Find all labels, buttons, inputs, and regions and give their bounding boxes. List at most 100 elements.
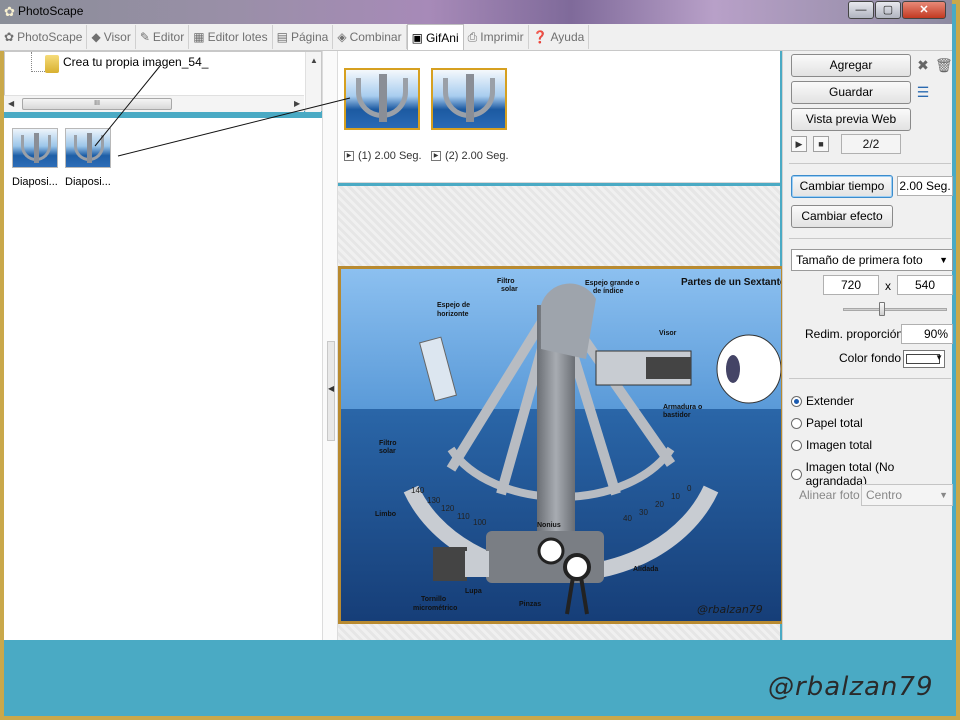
pincers [563, 553, 591, 581]
label-espejo-grande-2: de índice [593, 288, 623, 295]
label-filtro-solar-left-1: Filtro [379, 440, 397, 447]
help-icon: ❓ [532, 30, 548, 44]
dropdown-arrow-icon[interactable]: ▼ [939, 485, 948, 505]
file-thumbnail[interactable] [65, 128, 111, 168]
minimize-button[interactable]: — [848, 1, 874, 19]
scale-tick: 20 [655, 500, 664, 509]
align-select[interactable]: Centro ▼ [861, 484, 953, 506]
label-espejo-horizonte-2: horizonte [437, 311, 469, 318]
frame-caption[interactable]: ▶ (1) 2.00 Seg. [344, 150, 422, 162]
label-nonius: Nonius [537, 522, 561, 529]
tree-folder-item[interactable]: Crea tu propia imagen_54_ [63, 55, 208, 69]
tree-vertical-scrollbar[interactable]: ▲ [305, 52, 321, 112]
photoscape-icon: ✿ [4, 30, 15, 44]
tab-ayuda[interactable]: ❓ Ayuda [529, 25, 590, 49]
tab-combinar[interactable]: ◈ Combinar [333, 25, 407, 49]
radio-dot[interactable] [791, 417, 802, 429]
resize-ratio-label: Redim. proporción [805, 327, 904, 341]
window-controls: — ▢ ✕ [847, 1, 946, 19]
dropdown-arrow-icon[interactable]: ▼ [935, 353, 943, 362]
micrometer-scale [465, 551, 489, 577]
tree-connector [31, 52, 45, 72]
tiempo-field[interactable]: 2.00 Seg. [897, 176, 953, 196]
size-mode-select[interactable]: Tamaño de primera foto ▼ [791, 249, 953, 271]
collapse-left-icon[interactable]: ◀ [328, 384, 334, 393]
dropdown-arrow-icon[interactable]: ▼ [939, 250, 948, 270]
vista-previa-web-button[interactable]: Vista previa Web [791, 108, 911, 131]
label-alidada: Alidada [633, 566, 658, 573]
tab-bar: ✿ PhotoScape ◆ Visor ✎ Editor ▦ Editor lotes… [0, 24, 952, 51]
gif-frame-thumbnail[interactable] [431, 68, 507, 130]
index-mirror [541, 283, 596, 359]
scroll-left-arrow-icon[interactable]: ◀ [8, 99, 14, 108]
tab-gifani[interactable]: ▣ GifAni [406, 24, 464, 50]
width-field[interactable]: 720 [823, 275, 879, 295]
scale-tick: 30 [639, 508, 648, 517]
delete-all-icon[interactable]: 🗑 [935, 57, 953, 73]
tree-horizontal-scrollbar[interactable]: ◀ III ▶ [4, 95, 304, 112]
frame-duration: (1) 2.00 Seg. [358, 150, 422, 162]
guardar-button[interactable]: Guardar [791, 81, 911, 104]
size-slider-track[interactable] [843, 308, 947, 311]
resize-ratio-field[interactable]: 90% [901, 324, 953, 344]
gif-frame-thumbnail[interactable] [344, 68, 420, 130]
sextant-frame-bar [34, 133, 39, 163]
bg-color-picker[interactable]: ▼ [903, 350, 945, 368]
radio-dot[interactable] [791, 395, 802, 407]
scroll-right-arrow-icon[interactable]: ▶ [294, 99, 300, 108]
frame-duration: (2) 2.00 Seg. [445, 150, 509, 162]
radio-label: Papel total [806, 416, 863, 430]
gifani-icon: ▣ [411, 30, 423, 45]
gif-frames-strip: ▶ (1) 2.00 Seg. ▶ (2) 2.00 Seg. [338, 51, 780, 183]
close-button[interactable]: ✕ [902, 1, 946, 19]
play-frame-icon[interactable]: ▶ [431, 151, 441, 161]
tab-label: GifAni [425, 30, 459, 45]
radio-dot[interactable] [791, 468, 802, 480]
tab-visor[interactable]: ◆ Visor [87, 25, 136, 49]
separator [789, 163, 951, 164]
viewer-icon: ◆ [91, 30, 101, 44]
radio-imagen-total[interactable]: Imagen total [791, 438, 872, 452]
tab-pagina[interactable]: ▤ Página [273, 25, 334, 49]
size-slider-thumb[interactable] [879, 302, 885, 316]
list-icon[interactable]: ☰ [915, 84, 931, 100]
tab-label: Editor lotes [207, 30, 268, 44]
sextant-preview-image: Partes de un Sextante Filtro solar Espej… [338, 266, 784, 624]
pane-splitter[interactable]: ◀ [322, 51, 338, 640]
label-limbo: Limbo [375, 511, 396, 518]
eye-pupil [726, 355, 740, 383]
tab-label: Ayuda [550, 30, 585, 44]
bg-color-label: Color fondo [839, 351, 902, 365]
radio-papel-total[interactable]: Papel total [791, 416, 863, 430]
scrollbar-thumb[interactable]: III [22, 98, 172, 110]
maximize-button[interactable]: ▢ [875, 1, 901, 19]
play-icon[interactable]: ▶ [791, 136, 807, 152]
scale-tick: 0 [687, 484, 692, 493]
tab-label: Combinar [349, 30, 402, 44]
remove-icon[interactable]: ✖ [915, 57, 931, 73]
tab-imprimir[interactable]: ⎙ Imprimir [464, 25, 529, 49]
radio-dot[interactable] [791, 439, 802, 451]
tab-editor-lotes[interactable]: ▦ Editor lotes [189, 25, 273, 49]
radio-extender[interactable]: Extender [791, 394, 854, 408]
scroll-up-arrow-icon[interactable]: ▲ [310, 56, 318, 65]
cambiar-efecto-button[interactable]: Cambiar efecto [791, 205, 893, 228]
label-visor: Visor [659, 330, 677, 337]
gifani-options-panel: Agregar ✖ 🗑 Guardar ☰ Vista previa Web ▶… [782, 51, 953, 640]
play-frame-icon[interactable]: ▶ [344, 151, 354, 161]
author-watermark: @rbalzan79 [768, 672, 934, 702]
tab-editor[interactable]: ✎ Editor [136, 25, 190, 49]
stop-icon[interactable]: ■ [813, 136, 829, 152]
agregar-button[interactable]: Agregar [791, 54, 911, 77]
frame-caption[interactable]: ▶ (2) 2.00 Seg. [431, 150, 509, 162]
print-icon: ⎙ [467, 29, 478, 44]
file-thumbnail[interactable] [12, 128, 58, 168]
tab-photoscape[interactable]: ✿ PhotoScape [0, 25, 88, 49]
preview-area: Partes de un Sextante Filtro solar Espej… [338, 186, 784, 640]
scale-tick: 140 [411, 486, 425, 495]
scale-tick: 100 [473, 518, 487, 527]
cambiar-tiempo-button[interactable]: Cambiar tiempo [791, 175, 893, 198]
tab-label: Imprimir [480, 30, 524, 44]
photoscape-app-icon: ✿ [4, 4, 15, 19]
height-field[interactable]: 540 [897, 275, 953, 295]
